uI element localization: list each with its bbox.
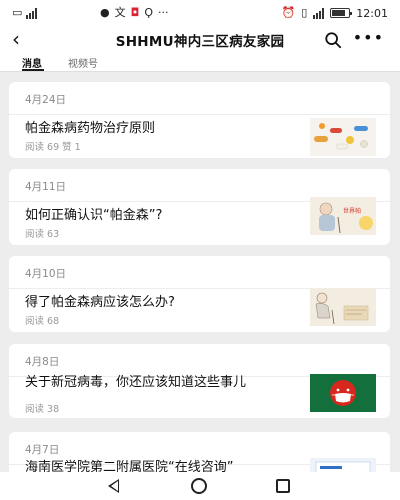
message-icon: ●: [100, 6, 110, 19]
red-app-icon: ◘: [130, 6, 140, 19]
elderly-sketch-thumbnail[interactable]: [310, 288, 376, 326]
message-feed[interactable]: 4月24日 帕金森病药物治疗原则 阅读 69 赞 1 4月11日 如何正确认识“…: [0, 72, 400, 472]
article-date: 4月10日: [25, 268, 67, 280]
svg-text:世界帕: 世界帕: [343, 207, 361, 215]
back-triangle-icon[interactable]: [108, 479, 119, 493]
article-title[interactable]: 得了帕金森病应该怎么办?: [25, 294, 307, 311]
mask-emoji-thumbnail[interactable]: [310, 374, 376, 412]
article-card[interactable]: 4月24日 帕金森病药物治疗原则 阅读 69 赞 1: [9, 82, 390, 158]
article-stats: 阅读 63: [25, 229, 60, 240]
clock-time: 12:01: [356, 6, 388, 20]
translate-icon: 文: [114, 6, 126, 19]
elderly-illustration-thumbnail[interactable]: 世界帕: [310, 197, 376, 235]
system-navigation-bar: [0, 472, 400, 500]
ellipsis-icon: ···: [157, 6, 169, 19]
pills-thumbnail[interactable]: [310, 118, 376, 156]
app-header: ‹ SHHMU神内三区病友家园 •••: [0, 28, 400, 52]
wifi-signal-icon: [313, 7, 325, 19]
status-bar: ▭ ● 文 ◘ Ϙ ··· ⏰ ▯ 12:01: [0, 0, 400, 28]
article-card[interactable]: 4月7日 海南医学院第二附属医院“在线咨询”: [9, 432, 390, 472]
article-stats: 阅读 69 赞 1: [25, 142, 81, 153]
article-card[interactable]: 4月11日 如何正确认识“帕金森”? 阅读 63 世界帕: [9, 169, 390, 245]
article-title[interactable]: 如何正确认识“帕金森”?: [25, 207, 307, 224]
search-app-icon: Ϙ: [144, 6, 153, 19]
signal-icon: [26, 7, 38, 19]
article-title[interactable]: 关于新冠病毒，你还应该知道这些事儿: [25, 374, 307, 391]
article-title[interactable]: 海南医学院第二附属医院“在线咨询”: [25, 459, 307, 472]
notification-icons: ● 文 ◘ Ϙ ···: [100, 6, 168, 20]
article-title[interactable]: 帕金森病药物治疗原则: [25, 120, 307, 137]
article-card[interactable]: 4月10日 得了帕金森病应该怎么办? 阅读 68: [9, 256, 390, 332]
article-date: 4月8日: [25, 356, 60, 368]
home-circle-icon[interactable]: [191, 478, 207, 494]
system-icons: ⏰ ▯ 12:01: [282, 6, 388, 20]
article-stats: 阅读 68: [25, 316, 60, 327]
article-stats: 阅读 38: [25, 404, 60, 415]
signal-group: ▭: [12, 6, 38, 20]
tab-channels[interactable]: 视频号: [68, 55, 98, 70]
tab-messages[interactable]: 消息: [22, 55, 42, 70]
vibrate-icon: ▯: [301, 6, 308, 19]
battery-icon: [330, 8, 353, 18]
search-icon[interactable]: [324, 31, 342, 49]
network-speed-icon: ▭: [12, 6, 23, 19]
article-date: 4月24日: [25, 94, 67, 106]
more-dots-icon[interactable]: •••: [353, 28, 384, 48]
article-date: 4月11日: [25, 181, 67, 193]
card-divider: [9, 114, 390, 115]
tab-bar: 消息 视频号: [0, 52, 400, 72]
alarm-icon: ⏰: [281, 6, 296, 19]
document-thumbnail[interactable]: [310, 458, 376, 472]
article-date: 4月7日: [25, 444, 60, 456]
article-card[interactable]: 4月8日 关于新冠病毒，你还应该知道这些事儿 阅读 38: [9, 344, 390, 418]
recent-apps-square-icon[interactable]: [276, 479, 290, 493]
active-tab-indicator: [22, 69, 44, 71]
